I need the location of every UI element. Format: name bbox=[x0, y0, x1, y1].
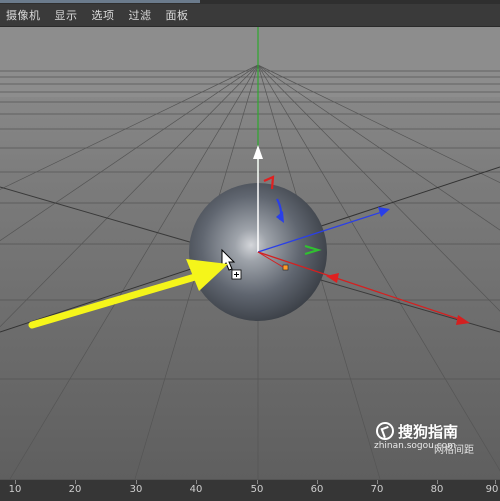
tick-label: 10 bbox=[8, 484, 22, 495]
sogou-watermark: 搜狗指南 zhinan.sogou.com 网格间距 bbox=[372, 421, 492, 456]
menu-display[interactable]: 显示 bbox=[55, 7, 78, 23]
tick-label: 70 bbox=[370, 484, 384, 495]
tick-label: 40 bbox=[189, 484, 203, 495]
menu-camera[interactable]: 摄像机 bbox=[6, 7, 41, 23]
menu-options[interactable]: 选项 bbox=[92, 7, 115, 23]
tick-label: 90 bbox=[485, 484, 499, 495]
tick-label: 20 bbox=[68, 484, 82, 495]
3d-viewport[interactable]: 搜狗指南 zhinan.sogou.com 网格间距 bbox=[0, 27, 500, 479]
yellow-pointer-arrow bbox=[28, 259, 228, 329]
menu-panel[interactable]: 面板 bbox=[166, 7, 189, 23]
tick-label: 60 bbox=[310, 484, 324, 495]
timeline-ruler[interactable]: 10 20 30 40 50 60 70 80 90 bbox=[0, 479, 500, 501]
watermark-logo-text: 搜狗指南 bbox=[398, 423, 459, 441]
active-tab-highlight bbox=[0, 0, 200, 3]
sogou-logo-icon bbox=[376, 422, 394, 440]
tick-label: 30 bbox=[129, 484, 143, 495]
tick-label: 50 bbox=[250, 484, 264, 495]
menu-filter[interactable]: 过滤 bbox=[129, 7, 152, 23]
tick-label: 80 bbox=[430, 484, 444, 495]
horizon-band bbox=[0, 27, 500, 97]
watermark-overlay-text: 网格间距 bbox=[434, 445, 474, 456]
viewport-scene bbox=[0, 27, 500, 479]
viewport-menu-bar: 摄像机 显示 选项 过滤 面板 bbox=[0, 4, 500, 27]
